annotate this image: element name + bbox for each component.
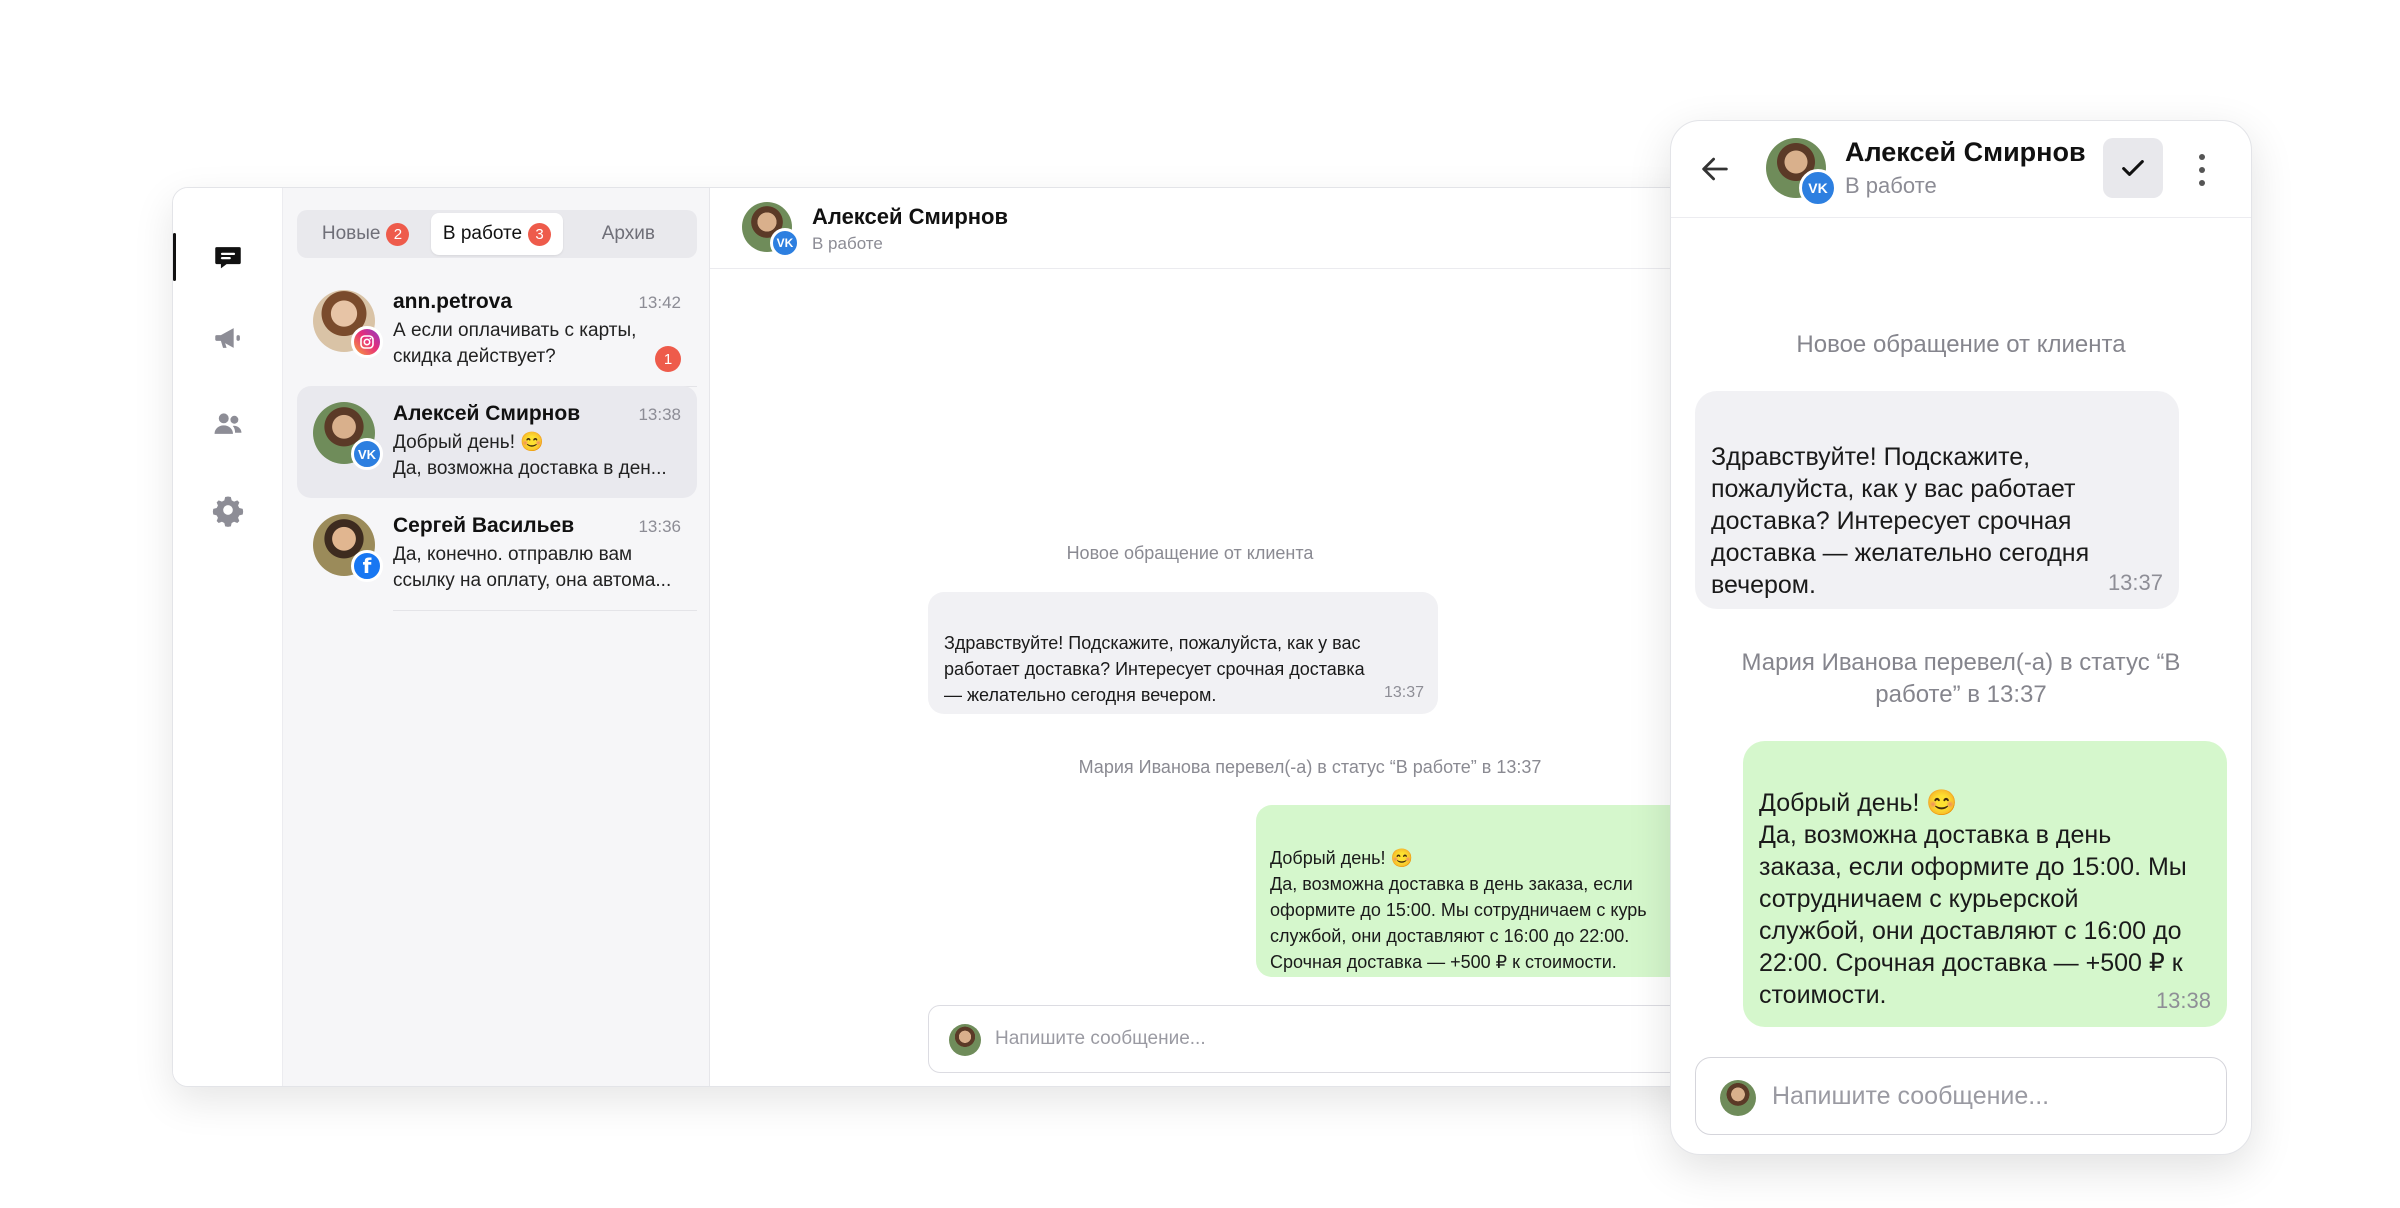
mobile-status: В работе	[1845, 173, 1937, 198]
system-message-status: Мария Иванова перевел(-а) в статус “В ра…	[1741, 649, 2181, 708]
vk-icon: VK	[1799, 169, 1837, 207]
message-time: 13:37	[1383, 684, 1424, 701]
nav-rail	[173, 188, 283, 1086]
system-message-new: Новое обращение от клиента	[1066, 543, 1314, 563]
mobile-header: VK Алексей Смирнов В работе	[1671, 121, 2251, 218]
conversation-time: 13:42	[638, 293, 681, 312]
arrow-left-icon	[1702, 157, 1728, 181]
resolve-button[interactable]	[2103, 138, 2163, 198]
tab-in-progress-label: В работе	[442, 223, 523, 244]
nav-contacts[interactable]	[173, 392, 283, 456]
message-composer[interactable]: Напишите сообщение...	[1695, 1057, 2227, 1135]
conversation-item-sergey-vasilyev[interactable]: f Сергей Васильев 13:36 Да, конечно. отп…	[297, 498, 697, 611]
system-message-new: Новое обращение от клиента	[1796, 331, 2126, 358]
back-button[interactable]	[1695, 149, 1735, 189]
conversation-preview: Добрый день! 😊 Да, возможна доставка в д…	[393, 432, 667, 479]
chat-header: VK Алексей Смирнов В работе	[710, 188, 1699, 269]
tab-in-progress-badge: 3	[528, 222, 552, 246]
outgoing-message: Добрый день! 😊 Да, возможна доставка в д…	[1743, 741, 2227, 1027]
tab-archive-label: Архив	[601, 223, 655, 244]
status-tabs: Новые 2 В работе 3 Архив	[297, 210, 697, 258]
tab-new[interactable]: Новые 2	[300, 213, 431, 255]
more-button[interactable]	[2187, 145, 2217, 195]
tab-archive[interactable]: Архив	[563, 213, 694, 255]
instagram-icon	[351, 326, 383, 358]
mobile-chat-window: VK Алексей Смирнов В работе Новое обраще…	[1670, 120, 2252, 1155]
tab-in-progress[interactable]: В работе 3	[431, 213, 563, 255]
composer-placeholder: Напишите сообщение...	[995, 1028, 1206, 1049]
conversation-time: 13:36	[638, 517, 681, 536]
chat-status: В работе	[812, 234, 883, 253]
vk-icon: VK	[770, 228, 800, 258]
message-time: 13:37	[2107, 570, 2163, 595]
message-composer[interactable]: Напишите сообщение...	[928, 1005, 1699, 1073]
chat-icon	[215, 247, 241, 269]
nav-chats[interactable]	[173, 225, 283, 289]
conversation-item-ann-petrova[interactable]: ann.petrova 13:42 А если оплачивать с ка…	[297, 274, 697, 387]
message-text: Добрый день! 😊 Да, возможна доставка в д…	[1270, 848, 1647, 972]
nav-settings[interactable]	[173, 478, 283, 542]
chat-contact-name: Алексей Смирнов	[812, 204, 1009, 229]
conversation-name: Алексей Смирнов	[393, 402, 581, 425]
message-text: Здравствуйте! Подскажите, пожалуйста, ка…	[944, 633, 1365, 705]
message-time: 13:38	[2155, 988, 2211, 1013]
facebook-icon: f	[351, 550, 383, 582]
divider	[393, 610, 697, 611]
message-text: Добрый день! 😊 Да, возможна доставка в д…	[1759, 789, 2187, 1009]
users-icon	[214, 413, 242, 434]
outgoing-message: Добрый день! 😊 Да, возможна доставка в д…	[1256, 805, 1699, 977]
chat-panel: VK Алексей Смирнов В работе Новое обраще…	[710, 188, 1699, 1086]
checkmark-icon	[2122, 160, 2144, 176]
gear-icon	[212, 496, 244, 527]
more-vertical-icon	[2199, 154, 2205, 186]
conversation-list-panel: Новые 2 В работе 3 Архив ann.petrova 13:…	[283, 188, 710, 1086]
mobile-contact-name: Алексей Смирнов	[1845, 137, 2086, 167]
avatar	[949, 1024, 981, 1056]
composer-placeholder: Напишите сообщение...	[1772, 1082, 2050, 1110]
conversation-preview: Да, конечно. отправлю вам ссылку на опла…	[393, 544, 672, 591]
nav-campaigns[interactable]	[173, 306, 283, 370]
megaphone-icon	[215, 328, 240, 348]
conversation-time: 13:38	[638, 405, 681, 424]
conversation-item-aleksey-smirnov[interactable]: VK Алексей Смирнов 13:38 Добрый день! 😊 …	[297, 386, 697, 498]
conversation-preview: А если оплачивать с карты, скидка действ…	[393, 320, 637, 367]
incoming-message: Здравствуйте! Подскажите, пожалуйста, ка…	[1695, 391, 2179, 609]
message-text: Здравствуйте! Подскажите, пожалуйста, ка…	[1711, 443, 2090, 599]
incoming-message: Здравствуйте! Подскажите, пожалуйста, ка…	[928, 592, 1438, 714]
tab-new-badge: 2	[386, 222, 410, 246]
system-message-status: Мария Иванова перевел(-а) в статус “В ра…	[1078, 757, 1542, 777]
desktop-window: Новые 2 В работе 3 Архив ann.petrova 13:…	[172, 187, 1700, 1087]
conversation-name: Сергей Васильев	[393, 514, 575, 537]
conversation-name: ann.petrova	[393, 290, 513, 313]
avatar	[1720, 1080, 1756, 1116]
vk-icon: VK	[351, 438, 383, 470]
tab-new-label: Новые	[321, 223, 381, 244]
unread-badge: 1	[655, 346, 681, 372]
